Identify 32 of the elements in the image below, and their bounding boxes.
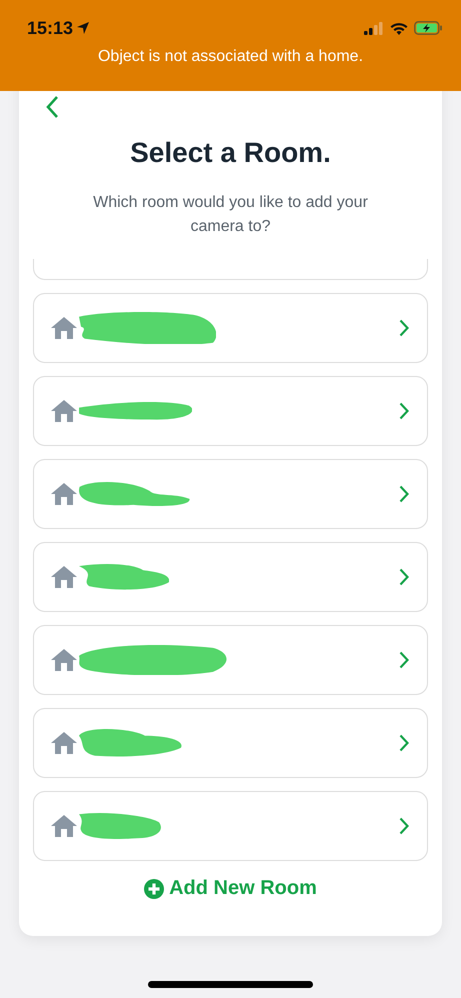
room-list-item[interactable] (33, 293, 428, 363)
room-list-item[interactable] (33, 791, 428, 861)
house-icon (51, 649, 77, 671)
page-subtitle: Which room would you like to add your camera to? (92, 193, 369, 237)
plus-circle-icon (144, 878, 164, 898)
chevron-right-icon (399, 402, 409, 420)
room-list-item[interactable] (33, 625, 428, 695)
error-banner-message: Object is not associated with a home. (96, 48, 364, 66)
location-arrow-icon (76, 21, 90, 35)
room-list-item[interactable] (33, 376, 428, 446)
house-icon (51, 815, 77, 837)
back-button[interactable] (45, 95, 59, 119)
chevron-right-icon (399, 319, 409, 337)
page-title: Select a Room. (129, 137, 332, 169)
status-time: 15:13 (27, 18, 74, 38)
add-room-button[interactable]: Add New Room (140, 875, 321, 902)
chevron-right-icon (399, 651, 409, 669)
house-icon (51, 732, 77, 754)
chevron-right-icon (399, 734, 409, 752)
wifi-icon (390, 22, 408, 34)
room-list-item[interactable] (33, 708, 428, 778)
room-list-item[interactable] (33, 459, 428, 529)
chevron-right-icon (399, 817, 409, 835)
room-list-item[interactable] (33, 542, 428, 612)
signal-icon (364, 22, 384, 34)
house-icon (51, 483, 77, 505)
house-icon (51, 317, 77, 339)
chevron-right-icon (399, 485, 409, 503)
battery-charging-icon (414, 21, 443, 35)
chevron-right-icon (399, 568, 409, 586)
house-icon (51, 566, 77, 588)
house-icon (51, 400, 77, 422)
